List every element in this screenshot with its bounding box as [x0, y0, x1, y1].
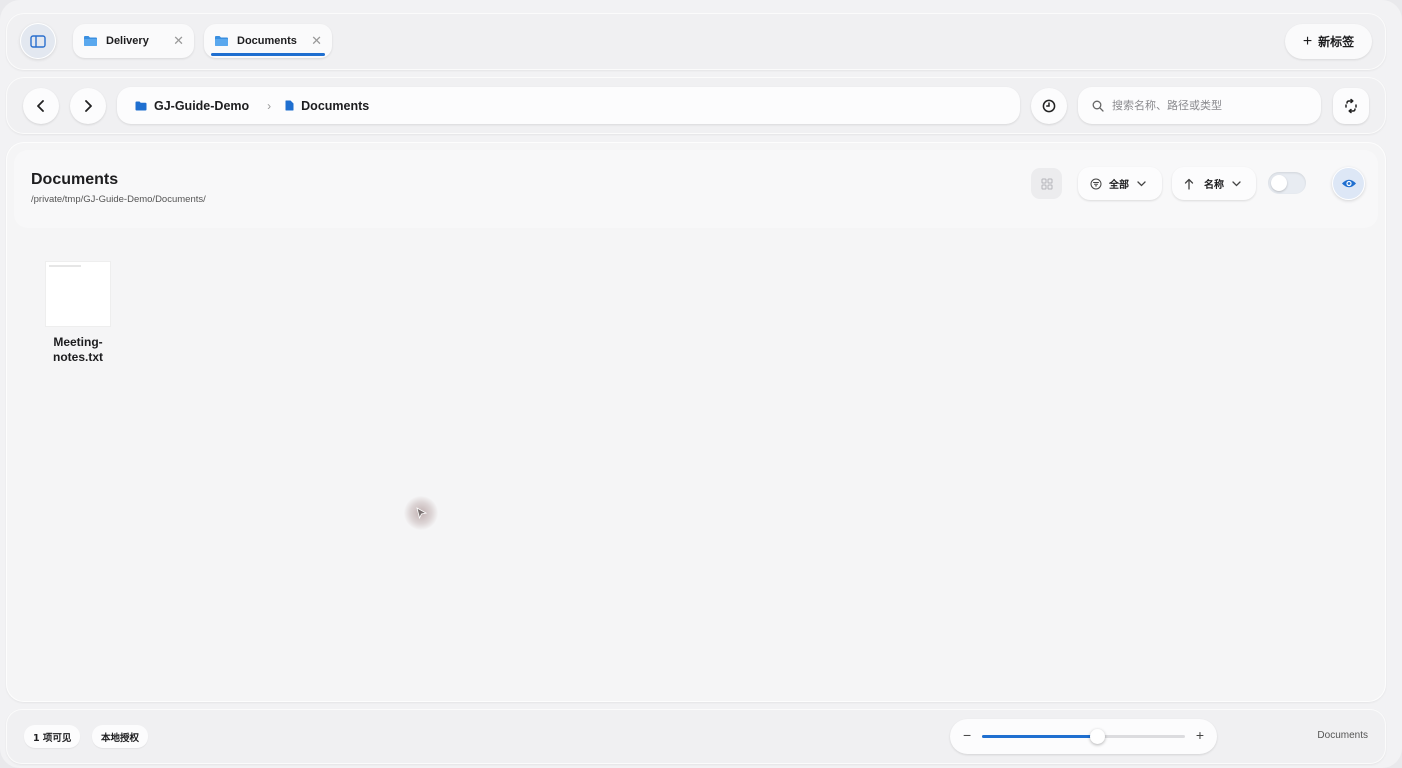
chevron-right-icon: [85, 100, 92, 112]
sort-dropdown[interactable]: 名称: [1172, 167, 1256, 200]
tab-delivery[interactable]: Delivery ✕: [73, 24, 194, 58]
tab-bar: Delivery ✕ Documents ✕ + 新标签: [6, 13, 1386, 70]
grid-icon: [1041, 178, 1052, 189]
breadcrumb-current-label: Documents: [301, 98, 370, 113]
page-title: Documents: [31, 171, 119, 188]
breadcrumb-item-current[interactable]: Documents: [285, 99, 369, 113]
file-name: Meeting- notes.txt: [52, 335, 103, 364]
sidebar-icon: [30, 34, 46, 48]
document-icon: [285, 100, 294, 111]
new-tab-button[interactable]: + 新标签: [1285, 24, 1372, 59]
new-tab-label: 新标签: [1318, 35, 1355, 49]
forward-button[interactable]: [70, 88, 106, 124]
arrow-up-icon: [1184, 178, 1194, 190]
zoom-track[interactable]: [982, 729, 1185, 744]
tab-label: Delivery: [106, 35, 149, 47]
filter-icon: [1090, 178, 1102, 189]
breadcrumb-root-label: GJ-Guide-Demo: [154, 98, 250, 113]
sync-button[interactable]: [1333, 88, 1369, 124]
sort-label: 名称: [1204, 180, 1224, 191]
plus-icon: +: [1302, 32, 1313, 50]
folder-icon: [215, 36, 228, 46]
folder-path: /private/tmp/GJ-Guide-Demo/Documents/: [31, 194, 206, 205]
grid-view-button[interactable]: [1031, 168, 1062, 199]
back-button[interactable]: [23, 88, 59, 124]
filter-label: 全部: [1109, 180, 1129, 191]
tab-label: Documents: [237, 35, 297, 47]
authorization-badge: 本地授权: [92, 725, 149, 748]
chevron-left-icon: [37, 100, 44, 112]
chevron-down-icon: [1137, 180, 1146, 186]
visible-count-badge: 1 项可见: [24, 725, 81, 748]
file-thumbnail: [46, 262, 110, 326]
folder-icon: [135, 101, 147, 110]
pointer-icon: [416, 507, 427, 519]
folder-header: Documents /private/tmp/GJ-Guide-Demo/Doc…: [14, 150, 1378, 228]
search-input[interactable]: [1112, 99, 1302, 112]
history-button[interactable]: [1031, 88, 1067, 124]
file-item[interactable]: Meeting- notes.txt: [42, 262, 114, 365]
zoom-thumb[interactable]: [1090, 729, 1106, 744]
search-field[interactable]: [1078, 87, 1321, 124]
thumbnail-text-line: [49, 265, 81, 267]
chevron-right-icon: ›: [267, 98, 272, 113]
zoom-fill: [982, 735, 1098, 738]
visible-count-label: 1 项可见: [33, 732, 72, 744]
breadcrumb-item-root[interactable]: GJ-Guide-Demo: [135, 99, 249, 113]
preview-toggle[interactable]: [1268, 172, 1306, 194]
search-icon: [1092, 100, 1104, 112]
filter-dropdown[interactable]: 全部: [1078, 167, 1162, 200]
main-panel: Documents /private/tmp/GJ-Guide-Demo/Doc…: [6, 142, 1386, 702]
zoom-in-button[interactable]: +: [1196, 727, 1204, 743]
sync-icon: [1345, 98, 1357, 114]
breadcrumb: GJ-Guide-Demo › Documents: [117, 87, 1020, 124]
chevron-down-icon: [1232, 180, 1241, 186]
tab-documents[interactable]: Documents ✕: [204, 24, 332, 58]
close-icon[interactable]: ✕: [173, 33, 184, 49]
file-browser-window: Delivery ✕ Documents ✕ + 新标签 GJ-Guide-De…: [0, 0, 1402, 768]
status-bar: 1 项可见 本地授权 − + Documents: [6, 709, 1386, 764]
zoom-slider[interactable]: − +: [950, 719, 1217, 754]
folder-icon: [84, 36, 97, 46]
sidebar-toggle-button[interactable]: [20, 23, 56, 59]
close-icon[interactable]: ✕: [311, 33, 322, 49]
address-bar: GJ-Guide-Demo › Documents: [6, 77, 1386, 134]
mouse-cursor: [404, 496, 438, 530]
clock-icon: [1042, 99, 1056, 113]
preview-button[interactable]: [1332, 167, 1365, 200]
status-current-folder: Documents: [1317, 730, 1368, 741]
authorization-label: 本地授权: [101, 732, 140, 744]
eye-icon: [1341, 179, 1356, 188]
zoom-out-button[interactable]: −: [963, 727, 971, 743]
toggle-knob: [1271, 175, 1287, 191]
